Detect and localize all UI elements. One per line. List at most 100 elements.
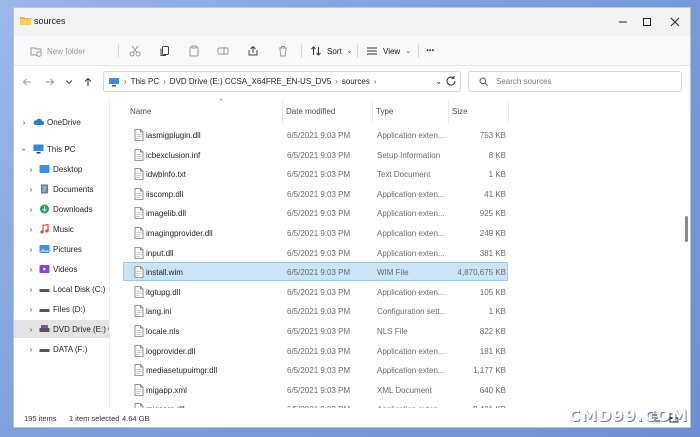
maximize-button[interactable] (633, 8, 661, 36)
file-name: migapp.xml (146, 385, 187, 395)
nav-item-this-pc[interactable]: › This PC (14, 140, 109, 158)
paste-button[interactable] (188, 41, 200, 61)
file-row[interactable]: logprovider.dll 6/5/2021 9:03 PM Applicati… (123, 341, 508, 360)
delete-button[interactable] (277, 41, 289, 61)
column-divider[interactable] (508, 101, 509, 123)
breadcrumb-separator: › (335, 77, 338, 86)
file-name: itgtupg.dll (146, 287, 181, 297)
file-date: 6/5/2021 9:03 PM (287, 229, 351, 238)
file-date: 6/5/2021 9:03 PM (287, 170, 351, 180)
cut-button[interactable] (129, 41, 141, 61)
file-row[interactable]: input.dll 6/5/2021 9:03 PM Application ext… (123, 243, 508, 262)
chevron-right-icon[interactable]: › (27, 185, 35, 194)
file-row[interactable]: install.wim 6/5/2021 9:03 PM WIM File 4,870… (123, 262, 508, 282)
column-header-type[interactable]: Type (376, 107, 393, 116)
file-row[interactable]: migapp.xml 6/5/2021 9:03 PM XML Document 64… (123, 380, 508, 399)
rename-button[interactable] (217, 41, 229, 61)
file-row[interactable]: locale.nls 6/5/2021 9:03 PM NLS File 822 KB (123, 321, 508, 340)
file-row[interactable]: imagelib.dll 6/5/2021 9:03 PM Application … (123, 203, 508, 222)
column-divider[interactable] (448, 101, 449, 123)
file-name: idwbinfo.txt (146, 170, 187, 180)
file-row[interactable]: iiscomp.dll 6/5/2021 9:03 PM Application e… (123, 184, 508, 203)
vertical-scrollbar-thumb[interactable] (685, 216, 688, 242)
nav-item-dvd-drive-e[interactable]: › DVD Drive (E:) CC (14, 320, 109, 338)
file-row[interactable]: itgtupg.dll 6/5/2021 9:03 PM Application e… (123, 282, 508, 301)
chevron-right-icon[interactable]: › (27, 205, 35, 214)
file-icon (134, 207, 144, 220)
nav-item-desktop[interactable]: › Desktop (14, 160, 109, 178)
new-folder-button[interactable]: New folder (30, 41, 85, 61)
minimize-icon (619, 21, 627, 23)
file-size: 925 KB (479, 209, 506, 219)
copy-button[interactable] (159, 41, 171, 61)
close-button[interactable] (661, 8, 689, 36)
nav-item-videos[interactable]: › Videos (14, 260, 109, 278)
breadcrumb-dvd-drive[interactable]: DVD Drive (E:) CCSA_X64FRE_EN-US_DV5 (170, 77, 331, 86)
file-row[interactable]: mediasetupuimgr.dll 6/5/2021 9:03 PM Appli… (123, 360, 508, 379)
chevron-right-icon[interactable]: › (27, 245, 35, 254)
chevron-right-icon[interactable]: › (27, 285, 35, 294)
file-row[interactable]: migcore.dll6/5/2021 9:03 PMApplication e… (123, 399, 508, 408)
nav-item-downloads[interactable]: › Downloads (14, 200, 109, 218)
file-name: input.dll (146, 248, 174, 258)
column-header-name[interactable]: Name (130, 107, 151, 116)
close-icon (670, 17, 680, 27)
chevron-right-icon[interactable]: › (27, 265, 35, 274)
address-dropdown-icon[interactable]: ⌄ (435, 77, 442, 86)
nav-item-data-f[interactable]: › DATA (F:) (14, 340, 109, 358)
window-title: sources (34, 16, 66, 26)
file-date: 6/5/2021 9:03 PM (287, 307, 351, 317)
file-icon (134, 305, 144, 318)
breadcrumb-this-pc[interactable]: This PC (131, 77, 159, 86)
recent-locations-button[interactable] (62, 75, 76, 89)
up-button[interactable] (81, 75, 95, 89)
column-divider[interactable] (372, 101, 373, 123)
nav-item-files-d[interactable]: › Files (D:) (14, 300, 109, 318)
file-row[interactable]: iasmigplugin.dll 6/5/2021 9:03 PM Applicat… (123, 125, 508, 144)
arrow-up-icon (84, 77, 92, 86)
file-size: 753 KB (479, 131, 506, 140)
address-row: › This PC › DVD Drive (E:) CCSA_X64FRE_E… (14, 67, 690, 97)
column-divider[interactable] (282, 101, 283, 123)
file-row[interactable]: lang.ini 6/5/2021 9:03 PM Configuration se… (123, 301, 508, 320)
chevron-right-icon[interactable]: › (27, 345, 35, 354)
file-row[interactable]: idwbinfo.txt 6/5/2021 9:03 PM Text Documen… (123, 164, 508, 183)
nav-item-documents[interactable]: › Documents (14, 180, 109, 198)
nav-item-onedrive[interactable]: › OneDrive (14, 113, 109, 131)
nav-item-music[interactable]: › Music (14, 220, 109, 238)
share-button[interactable] (247, 41, 259, 61)
nav-label: OneDrive (47, 117, 81, 127)
file-icon (134, 364, 144, 377)
nav-item-local-disk-c[interactable]: › Local Disk (C:) (14, 280, 109, 298)
column-header-size[interactable]: Size (452, 107, 468, 116)
chevron-right-icon[interactable]: › (27, 165, 35, 174)
chevron-right-icon[interactable]: › (27, 305, 35, 314)
column-header-date[interactable]: Date modified (286, 107, 335, 116)
chevron-right-icon[interactable]: › (27, 225, 35, 234)
forward-button[interactable] (43, 75, 57, 89)
file-name: install.wim (146, 268, 183, 278)
more-options-button[interactable]: ··· (426, 41, 435, 61)
chevron-right-icon[interactable]: › (27, 325, 35, 334)
file-type: Setup Information (377, 150, 441, 160)
selection-size: 4.64 GB (122, 414, 150, 423)
file-row[interactable]: imagingprovider.dll 6/5/2021 9:03 PM Appli… (123, 223, 508, 242)
sort-button[interactable]: Sort ⌄ (310, 41, 353, 61)
back-button[interactable] (20, 75, 34, 89)
view-button[interactable]: View ⌄ (366, 41, 411, 61)
file-date: 6/5/2021 9:03 PM (287, 268, 351, 278)
file-size: 181 KB (479, 346, 506, 356)
nav-label: This PC (47, 144, 76, 154)
address-bar[interactable]: › This PC › DVD Drive (E:) CCSA_X64FRE_E… (103, 71, 461, 92)
chevron-right-icon[interactable]: › (20, 118, 28, 127)
search-box[interactable]: Search sources (468, 71, 682, 92)
divider (357, 44, 358, 58)
file-size: 249 KB (479, 229, 506, 238)
breadcrumb-sources[interactable]: sources (342, 77, 370, 86)
file-row[interactable]: icbexclusion.inf 6/5/2021 9:03 PM Setup In… (123, 145, 508, 164)
nav-item-pictures[interactable]: › Pictures (14, 240, 109, 258)
view-list-icon (367, 47, 377, 55)
refresh-icon[interactable] (445, 75, 457, 87)
chevron-down-icon[interactable]: › (20, 145, 29, 153)
copy-icon (160, 46, 169, 56)
